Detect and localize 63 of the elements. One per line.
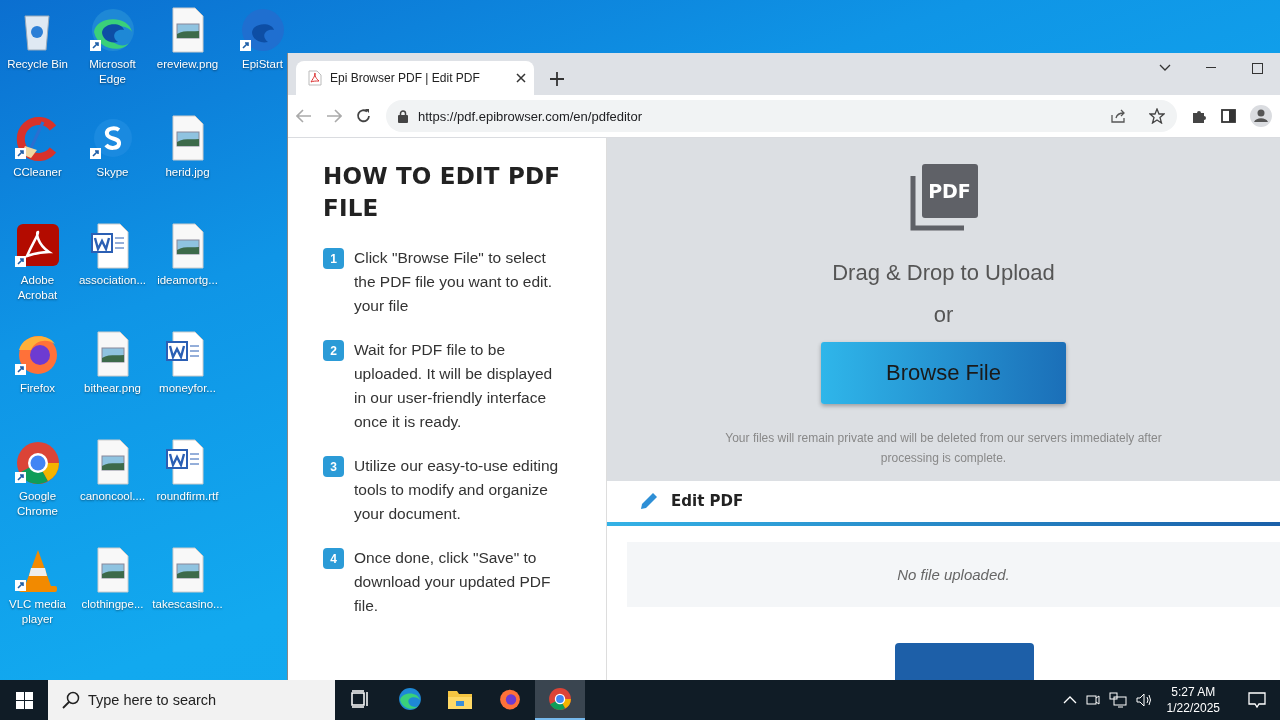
- lock-icon: [398, 109, 408, 123]
- desktop-icon-label[interactable]: takescasino...: [152, 597, 223, 612]
- desktop-icon-label[interactable]: association...: [78, 273, 147, 288]
- step-text: Click "Browse File" to select the PDF file you want to edit. your file: [354, 248, 554, 316]
- editor-title: Edit PDF: [671, 492, 744, 511]
- search-icon: [62, 691, 80, 709]
- step-text: Wait for PDF file to be uploaded. It will be displayed in our user-friendly interface once it is ready.: [354, 340, 554, 432]
- desktop-icon-label[interactable]: Recycle Bin: [7, 57, 68, 72]
- step-number: 3: [323, 456, 344, 477]
- desktop-icon-label[interactable]: ideamortg...: [157, 273, 218, 288]
- step-text: Once done, click "Save" to download your updated PDF file.: [354, 548, 552, 616]
- taskbar-app[interactable]: [535, 680, 585, 720]
- empty-message: No file uploaded.: [897, 565, 1010, 583]
- chevron-up-icon: [1062, 696, 1077, 704]
- desktop-icon-label[interactable]: moneyfor...: [159, 381, 216, 396]
- edge-icon: [397, 686, 423, 712]
- speaker-icon: [1134, 692, 1153, 708]
- folder-icon: [447, 688, 473, 710]
- desktop-icon-label[interactable]: roundfirm.rtf: [156, 489, 219, 504]
- step-text: Utilize our easy-to-use editing tools to modify and organize your document.: [354, 456, 560, 524]
- step-number: 1: [323, 248, 344, 269]
- chrome-icon: [547, 686, 573, 712]
- or-text: or: [933, 302, 954, 328]
- time-text: 5:27 AM: [1171, 684, 1216, 700]
- upload-heading: Drag & Drop to Upload: [832, 260, 1055, 286]
- reload-icon[interactable]: [356, 108, 372, 124]
- share-icon: [1111, 109, 1127, 123]
- desktop-icon-label[interactable]: bithear.png: [84, 381, 141, 396]
- privacy-note: Your files will remain private and will be deleted from our servers immediately after processing is complete.: [724, 430, 1163, 467]
- edit-button[interactable]: [895, 642, 1034, 680]
- step-number: 4: [323, 548, 344, 569]
- profile-icon[interactable]: [1250, 105, 1272, 127]
- address-bar[interactable]: https://pdf.epibrowser.com/en/pdfeditor: [386, 100, 1177, 132]
- camera-icon: [1084, 692, 1101, 708]
- desktop-icon-label[interactable]: ereview.png: [156, 57, 219, 72]
- pdf-file-icon: [308, 70, 322, 86]
- desktop-icon-label[interactable]: clothingpe...: [81, 597, 144, 612]
- desktop-icon-label[interactable]: herid.jpg: [165, 165, 210, 180]
- pencil-icon: [639, 491, 659, 512]
- network-icon: [1108, 692, 1127, 708]
- new-tab-icon[interactable]: [550, 72, 564, 86]
- task-view-icon: [350, 690, 370, 708]
- guide-title: HOW TO EDIT PDF FILE: [323, 162, 562, 223]
- side-panel-icon[interactable]: [1221, 109, 1236, 123]
- desktop-icon-label[interactable]: EpiStart: [242, 57, 283, 72]
- desktop-icon-label[interactable]: Microsoft Edge: [75, 57, 150, 87]
- desktop-icon-label[interactable]: Adobe Acrobat: [0, 273, 75, 303]
- desktop-icon-label[interactable]: canoncool....: [79, 489, 146, 504]
- close-icon[interactable]: [516, 73, 526, 83]
- tab-title: Epi Browser PDF | Edit PDF: [330, 71, 481, 85]
- desktop-icon-label[interactable]: Firefox: [19, 381, 56, 396]
- step-number: 2: [323, 340, 344, 361]
- search-field[interactable]: Type here to search: [48, 680, 335, 720]
- star-icon: [1149, 108, 1165, 124]
- date-text: 1/22/2025: [1166, 700, 1220, 716]
- browse-file-button[interactable]: Browse File: [821, 342, 1066, 404]
- extensions-icon[interactable]: [1191, 108, 1207, 124]
- desktop-icon-label[interactable]: Skype: [96, 165, 129, 180]
- clock[interactable]: 5:27 AM 1/22/2025: [1166, 684, 1220, 716]
- desktop-icon-label[interactable]: Google Chrome: [0, 489, 75, 519]
- desktop-icon-label[interactable]: VLC media player: [0, 597, 75, 627]
- desktop-icon-label[interactable]: CCleaner: [13, 165, 62, 180]
- browser-tab[interactable]: Epi Browser PDF | Edit PDF: [296, 61, 534, 95]
